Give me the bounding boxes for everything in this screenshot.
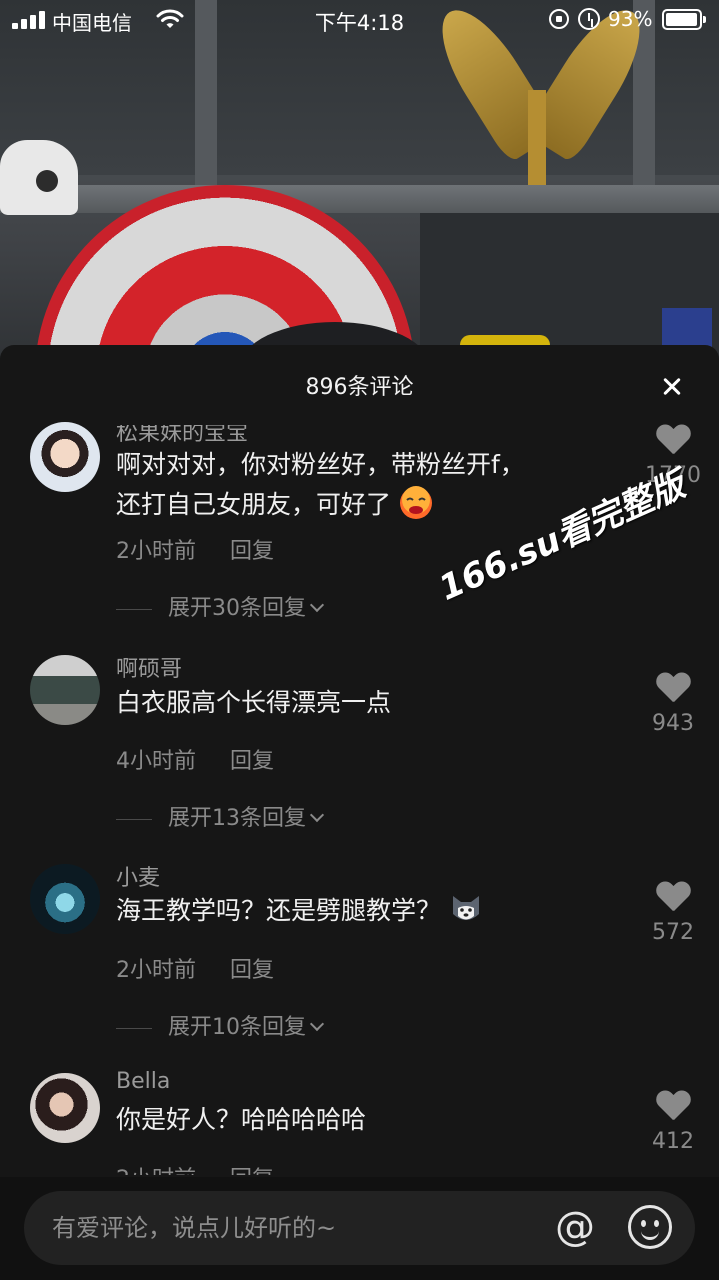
comment-text-segment: 海王教学吗？还是劈腿教学？ — [116, 896, 442, 925]
reply-button[interactable]: 回复 — [230, 539, 274, 564]
like-count: 412 — [652, 1129, 694, 1154]
comment-time: 2小时前 — [116, 539, 196, 564]
at-icon[interactable]: @ — [552, 1205, 598, 1251]
cow-figurine — [0, 140, 78, 215]
comment-text: 白衣服高个长得漂亮一点 — [116, 688, 392, 717]
battery-percent: 93% — [608, 7, 653, 31]
husky-emoji — [452, 896, 479, 920]
comment-text: 你是好人？哈哈哈哈哈 — [116, 1105, 367, 1134]
comment-time: 2小时前 — [116, 958, 196, 983]
avatar[interactable] — [30, 864, 100, 934]
comment-input-container[interactable]: @ — [24, 1191, 695, 1265]
book-prop — [662, 308, 712, 348]
alarm-icon — [578, 8, 600, 30]
comment-input-bar: @ — [0, 1177, 719, 1280]
status-bar: 中国电信 下午4:18 93% — [0, 0, 719, 40]
comment-meta: 2小时前 回复 — [116, 1161, 274, 1175]
like-button[interactable]: 572 — [640, 882, 706, 945]
battery-icon — [662, 9, 706, 30]
like-count: 572 — [652, 920, 694, 945]
app-root: 中国电信 下午4:18 93% 896条评论 松果妹的宝宝 啊对对对，你对粉丝好… — [0, 0, 719, 1280]
emoji-icon[interactable] — [628, 1205, 672, 1249]
shelf-board — [0, 185, 719, 213]
heart-icon — [656, 673, 690, 703]
comment-meta: 2小时前 回复 — [116, 533, 274, 565]
username[interactable]: 啊硕哥 — [116, 651, 182, 683]
username[interactable]: 小麦 — [116, 860, 160, 892]
comment-text: 啊对对对，你对粉丝好，带粉丝开f， 还打自己女朋友，可好了 — [116, 445, 616, 525]
comment-time: 2小时前 — [116, 1167, 196, 1175]
comment-text-segment: 还打自己女朋友，可好了 — [116, 490, 392, 519]
comment-meta: 2小时前 回复 — [116, 952, 274, 984]
avatar[interactable] — [30, 1073, 100, 1143]
avatar[interactable] — [30, 655, 100, 725]
comment-count-title: 896条评论 — [305, 375, 414, 400]
username[interactable]: Bella — [116, 1069, 170, 1094]
comment-item: Bella 你是好人？哈哈哈哈哈 2小时前 回复 412 — [0, 1015, 719, 1175]
hot-face-emoji — [399, 486, 432, 519]
reply-button[interactable]: 回复 — [230, 749, 274, 774]
like-button[interactable]: 412 — [640, 1091, 706, 1154]
close-icon[interactable] — [652, 367, 692, 407]
username[interactable]: 松果妹的宝宝 — [116, 425, 248, 447]
comment-input[interactable] — [52, 1191, 532, 1265]
video-background[interactable] — [0, 0, 719, 380]
heart-icon — [656, 1091, 690, 1121]
comment-time: 4小时前 — [116, 749, 196, 774]
heart-icon — [656, 425, 690, 455]
comment-item: 啊硕哥 白衣服高个长得漂亮一点 4小时前 回复 展开13条回复 943 — [0, 595, 719, 835]
lock-rotation-icon — [549, 9, 569, 29]
like-count: 943 — [652, 711, 694, 736]
comment-text-line: 啊对对对，你对粉丝好，带粉丝开f， — [116, 450, 525, 479]
like-button[interactable]: 943 — [640, 673, 706, 736]
comment-meta: 4小时前 回复 — [116, 743, 274, 775]
comment-item: 小麦 海王教学吗？还是劈腿教学？ 2小时前 回复 展开10条回复 572 — [0, 805, 719, 1045]
reply-button[interactable]: 回复 — [230, 1167, 274, 1175]
comment-text: 海王教学吗？还是劈腿教学？ — [116, 891, 616, 931]
reply-button[interactable]: 回复 — [230, 958, 274, 983]
avatar[interactable] — [30, 422, 100, 492]
trophy-stem — [528, 90, 546, 185]
heart-icon — [656, 882, 690, 912]
